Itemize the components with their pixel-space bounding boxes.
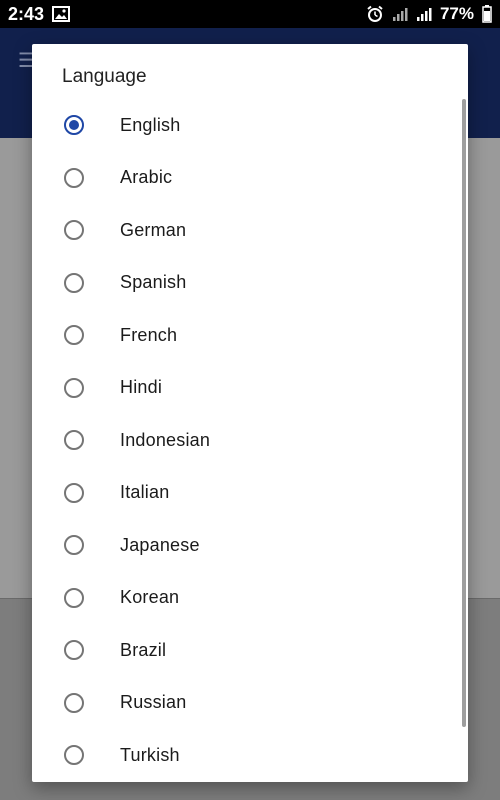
radio-unchecked-icon[interactable] <box>64 430 84 451</box>
language-option-italian[interactable]: Italian <box>32 467 468 520</box>
language-option-german[interactable]: German <box>32 204 468 257</box>
language-option-label: Arabic <box>120 167 173 188</box>
language-option-indonesian[interactable]: Indonesian <box>32 414 468 467</box>
status-time: 2:43 <box>8 3 45 24</box>
language-option-label: Italian <box>120 482 170 503</box>
language-option-turkish[interactable]: Turkish <box>32 729 468 782</box>
radio-unchecked-icon[interactable] <box>64 325 84 346</box>
language-option-arabic[interactable]: Arabic <box>32 152 468 205</box>
signal-icon <box>392 6 408 22</box>
language-option-label: Japanese <box>120 534 200 555</box>
language-option-label: French <box>120 324 178 345</box>
radio-unchecked-icon[interactable] <box>64 745 84 766</box>
language-option-russian[interactable]: Russian <box>32 677 468 730</box>
language-option-japanese[interactable]: Japanese <box>32 519 468 572</box>
language-option-label: Indonesian <box>120 429 211 450</box>
language-option-french[interactable]: French <box>32 309 468 362</box>
language-option-label: Spanish <box>120 272 187 293</box>
language-option-english[interactable]: English <box>32 99 468 152</box>
alarm-icon <box>366 5 384 23</box>
battery-icon <box>482 5 492 23</box>
language-option-label: Turkish <box>120 744 180 765</box>
language-option-korean[interactable]: Korean <box>32 572 468 625</box>
battery-percent: 77% <box>439 4 474 23</box>
radio-unchecked-icon[interactable] <box>64 482 84 503</box>
image-icon <box>52 6 71 22</box>
radio-checked-icon[interactable] <box>64 115 84 136</box>
radio-unchecked-icon[interactable] <box>64 272 84 293</box>
radio-unchecked-icon[interactable] <box>64 640 84 661</box>
radio-unchecked-icon[interactable] <box>64 587 84 608</box>
dialog-scrollbar[interactable] <box>462 99 466 727</box>
language-dialog: Language English Arabic German Spanish Frenc… <box>32 44 468 782</box>
language-option-list: English Arabic German Spanish French Hindi Ind… <box>32 99 468 782</box>
radio-unchecked-icon[interactable] <box>64 535 84 556</box>
language-option-label: Korean <box>120 587 180 608</box>
radio-unchecked-icon[interactable] <box>64 167 84 188</box>
language-option-label: Brazil <box>120 639 167 660</box>
signal-icon <box>416 6 432 22</box>
dialog-title: Language <box>62 66 147 87</box>
language-option-spanish[interactable]: Spanish <box>32 257 468 310</box>
language-option-brazil[interactable]: Brazil <box>32 624 468 677</box>
radio-unchecked-icon[interactable] <box>64 377 84 398</box>
status-bar: 2:43 77% <box>0 0 500 28</box>
language-option-label: English <box>120 114 181 135</box>
language-option-label: German <box>120 219 187 240</box>
radio-unchecked-icon[interactable] <box>64 220 84 241</box>
radio-unchecked-icon[interactable] <box>64 692 84 713</box>
screen: 2:43 77% ☰ Language English Arabic Germa… <box>0 0 500 800</box>
language-option-label: Russian <box>120 692 187 713</box>
language-option-label: Hindi <box>120 377 163 398</box>
language-option-hindi[interactable]: Hindi <box>32 362 468 415</box>
